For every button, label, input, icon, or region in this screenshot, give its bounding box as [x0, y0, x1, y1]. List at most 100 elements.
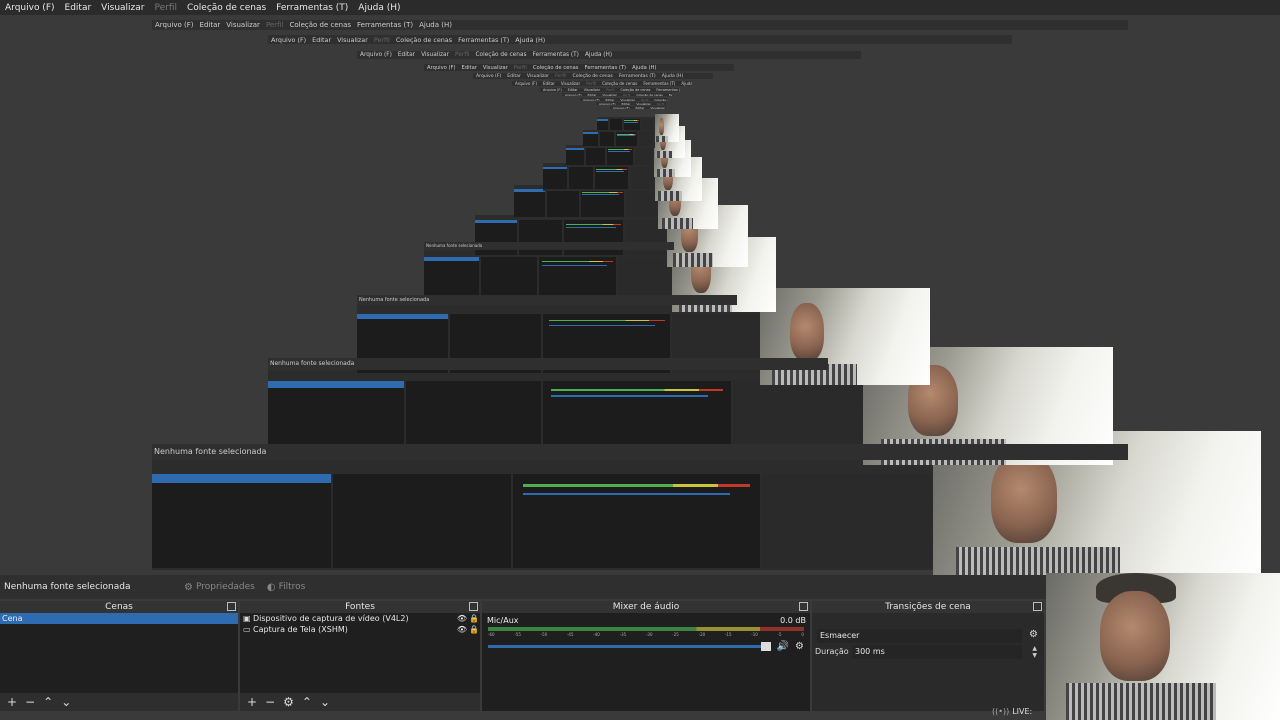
nested-menu-item: Perfil	[555, 73, 567, 79]
transitions-title: Transições de cena	[885, 602, 971, 612]
nested-menu-item: Visualizar	[226, 21, 260, 29]
add-source-button[interactable]: +	[247, 695, 257, 709]
move-scene-down-button[interactable]: ⌄	[61, 695, 71, 709]
nested-menu-bar: Arquivo (F)EditarVisualizarPerfilColeção…	[596, 102, 666, 105]
source-properties-gear-icon[interactable]: ⚙	[283, 695, 294, 709]
menu-arquivo[interactable]: Arquivo (F)	[0, 3, 60, 13]
nested-menu-item: Coleção de cenas	[289, 21, 352, 29]
remove-scene-button[interactable]: −	[25, 695, 35, 709]
scenes-list: Cena	[0, 613, 238, 693]
nested-dock-panel	[332, 474, 512, 568]
menu-editar[interactable]: Editar	[60, 3, 97, 13]
duration-stepper[interactable]: ▲ ▼	[1032, 645, 1037, 659]
nested-menu-item: Arquivo (F)	[476, 73, 502, 79]
nested-menu-item: Perfil	[656, 102, 665, 105]
nested-scene-highlight	[357, 314, 449, 320]
duration-field[interactable]: 300 ms	[852, 645, 1022, 659]
nested-dock-panel	[586, 147, 605, 165]
scene-item[interactable]: Cena	[0, 613, 238, 624]
undock-icon[interactable]	[1033, 602, 1042, 611]
monitor-icon: ▭	[243, 625, 251, 634]
nested-volume	[548, 324, 655, 326]
add-scene-button[interactable]: +	[7, 695, 17, 709]
speaker-icon[interactable]: 🔊	[777, 641, 789, 652]
nested-menu-item: Perfil	[622, 93, 631, 96]
nested-menu-item: Ferramentas (T)	[532, 52, 579, 58]
preview-canvas[interactable]: Arquivo (F) Editar Visualizar Perfil Coleção…	[0, 15, 1280, 575]
volume-slider-handle[interactable]	[760, 642, 771, 651]
nested-dock-panel	[514, 189, 546, 217]
lock-icon[interactable]: 🔒	[468, 625, 480, 634]
nested-dock-panel	[543, 381, 731, 453]
nested-dock-panel	[543, 166, 567, 189]
nested-menu-item: Editar	[543, 81, 555, 86]
nested-menu-item: Editar	[199, 21, 221, 29]
gear-icon[interactable]: ⚙	[795, 641, 804, 652]
nested-scene-highlight	[475, 220, 518, 224]
nested-dock-panel	[639, 132, 654, 146]
undock-icon[interactable]	[799, 602, 808, 611]
filter-icon: ◐	[266, 581, 276, 593]
move-source-up-button[interactable]: ⌃	[302, 695, 312, 709]
nested-menu-item: Editar	[507, 73, 521, 79]
mixer-channel-name: Mic/Aux	[487, 616, 519, 625]
nested-scene-highlight	[424, 256, 480, 261]
nested-meter	[607, 149, 632, 151]
nested-menu-bar: Arquivo (F)EditarVisualizarPerfilColeção…	[473, 73, 713, 79]
menu-ajuda[interactable]: Ajuda (H)	[353, 3, 405, 13]
transitions-dock: Transições de cena Esmaecer ⚙ Duração 30…	[812, 601, 1044, 711]
nested-dock-panel	[630, 166, 654, 189]
nested-menu-item: Ferramentas (T)	[458, 35, 510, 44]
properties-label: Propriedades	[195, 582, 255, 592]
nested-dock-panel	[642, 118, 653, 130]
nested-volume	[541, 264, 607, 266]
webcam-preview	[1046, 573, 1280, 720]
nested-volume	[550, 395, 709, 397]
visibility-eye-icon[interactable]: 👁	[456, 625, 468, 634]
nested-scene-highlight	[583, 132, 598, 135]
sources-toolbar: + − ⚙ ⌃ ⌄	[240, 693, 480, 711]
nested-dock-panel	[580, 189, 625, 217]
properties-button[interactable]: ⚙ Propriedades	[184, 582, 255, 593]
nested-menu-item: Coleção de cenas	[636, 93, 663, 96]
nested-menu-item: Ajuda (H)	[681, 81, 692, 86]
visibility-eye-icon[interactable]: 👁	[456, 614, 468, 623]
undock-icon[interactable]	[227, 602, 236, 611]
nested-menu-item: Visualizar	[482, 64, 508, 71]
mixer-body: Mic/Aux 0.0 dB -60 -55 -50 -45 -40 -35 -30 -25-…	[482, 613, 810, 711]
nested-menu-item: Editar	[461, 64, 477, 71]
nested-dock-panel	[606, 147, 633, 165]
nested-dock-panel	[566, 147, 585, 165]
menu-colecao-de-cenas[interactable]: Coleção de cenas	[182, 3, 271, 13]
nested-menu-item: Ajuda (H)	[419, 21, 452, 29]
nested-meter	[522, 484, 751, 488]
nested-source-toolbar: Nenhuma fonte selecionada	[357, 295, 737, 305]
meter-ticks: -60 -55 -50 -45 -40 -35 -30 -25 -20 -15 -10 -5 0	[488, 632, 804, 638]
source-item[interactable]: ▣ Dispositivo de captura de vídeo (V4L2)…	[240, 613, 480, 624]
gear-icon[interactable]: ⚙	[1029, 629, 1038, 640]
nested-menu-bar: Arquivo (F)EditarVisualizarPerfilColeção…	[268, 35, 1012, 44]
nested-source-toolbar: Nenhuma fonte selecionada	[424, 242, 674, 250]
nested-menu-item: Arquivo (F)	[360, 52, 392, 58]
filters-button[interactable]: ◐ Filtros	[267, 582, 305, 593]
transition-select[interactable]: Esmaecer	[817, 629, 1022, 643]
sources-dock: Fontes ▣ Dispositivo de captura de vídeo…	[240, 601, 480, 711]
nested-menu-item: Ferramentas (T)	[656, 88, 680, 92]
nested-menu-bar: Arquivo (F)EditarVisualizarPerfilColeção…	[562, 93, 672, 96]
nested-menu-item: Visualizar	[337, 35, 368, 44]
meter-tick-label: -10	[751, 632, 758, 637]
remove-source-button[interactable]: −	[265, 695, 275, 709]
menu-ferramentas[interactable]: Ferramentas (T)	[271, 3, 353, 13]
nested-menu-item: Visualizar	[560, 81, 581, 86]
nested-menu-bar: Arquivo (F)EditarVisualizarPerfilColeção…	[512, 81, 692, 86]
lock-icon[interactable]: 🔒	[468, 614, 480, 623]
mixer-db-value: 0.0 dB	[780, 616, 806, 625]
move-scene-up-button[interactable]: ⌃	[43, 695, 53, 709]
menu-visualizar[interactable]: Visualizar	[96, 3, 149, 13]
volume-slider[interactable]	[488, 642, 771, 651]
nested-menu-item: Visualizar	[620, 98, 635, 101]
nested-menu-item: Perfil	[373, 35, 390, 44]
undock-icon[interactable]	[469, 602, 478, 611]
source-item[interactable]: ▭ Captura de Tela (XSHM) 👁 🔒	[240, 624, 480, 635]
move-source-down-button[interactable]: ⌄	[320, 695, 330, 709]
